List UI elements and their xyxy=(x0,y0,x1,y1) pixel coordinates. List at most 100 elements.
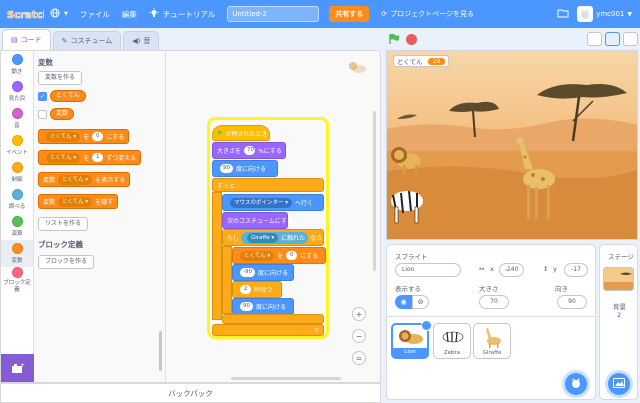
tab-costumes[interactable]: ✎ コスチューム xyxy=(52,31,122,50)
make-block-button[interactable]: ブロックを作る xyxy=(38,255,95,269)
if-then-block[interactable]: もし Giraffe ▾ に触れた なら xyxy=(222,229,324,246)
folder-icon[interactable] xyxy=(557,8,569,20)
script-vertical-scrollbar[interactable] xyxy=(373,111,376,271)
point-in-direction-block[interactable]: -90 度に向ける xyxy=(232,264,294,281)
set-variable-block[interactable]: とくてん ▾ を 0 にする xyxy=(38,129,130,144)
value-input[interactable]: 2 xyxy=(240,285,251,294)
stage-selector[interactable]: ステージ 背景 2 xyxy=(599,244,638,400)
point-in-direction-block[interactable]: 90 度に向ける xyxy=(212,160,278,177)
add-extension-button[interactable]: + xyxy=(1,354,34,382)
value-input[interactable]: 0 xyxy=(286,251,298,260)
username[interactable]: ymc001 xyxy=(596,10,624,18)
set-size-block[interactable]: 大きさを 70 %にする xyxy=(212,142,286,159)
make-variable-button[interactable]: 変数を作る xyxy=(38,71,83,85)
language-menu[interactable]: ▼ xyxy=(44,0,74,28)
category-sound[interactable]: 音 xyxy=(1,105,33,132)
value-input[interactable]: 90 xyxy=(240,302,253,311)
next-costume-block[interactable]: 次のコスチュームにする xyxy=(222,212,293,229)
backpack-bar[interactable]: バックパック xyxy=(0,383,381,403)
variable-dropdown[interactable]: とくてん ▾ xyxy=(58,196,93,207)
sprite-name: Giraffe xyxy=(482,350,502,356)
block-text: ずっと xyxy=(217,182,236,190)
show-sprite-button[interactable]: ◉ xyxy=(395,295,412,309)
stage[interactable]: とくてん 29 xyxy=(386,50,638,240)
go-to-block[interactable]: マウスのポインター ▾ へ行く xyxy=(222,194,324,211)
set-variable-block[interactable]: とくてん ▾ を 0 にする xyxy=(232,247,326,264)
menu-bar: Scratch ▼ ファイル 編集 チュートリアル Untitled-2 共有す… xyxy=(0,0,640,28)
category-sensing[interactable]: 調べる xyxy=(1,186,33,213)
zoom-reset-button[interactable]: = xyxy=(352,351,366,365)
category-variables[interactable]: 変数 xyxy=(1,240,33,267)
sprite-thumb-giraffe[interactable]: Giraffe xyxy=(473,323,511,359)
variable-dropdown[interactable]: とくてん ▾ xyxy=(46,131,81,142)
add-backdrop-button[interactable] xyxy=(608,373,630,395)
tab-code[interactable]: ▤ コード xyxy=(2,29,51,50)
variable-dropdown[interactable]: とくてん ▾ xyxy=(240,250,275,261)
see-project-page-button[interactable]: ⟳ プロジェクトページを見る xyxy=(375,6,480,22)
value-input[interactable]: 0 xyxy=(92,132,104,141)
show-variable-block[interactable]: 変数 とくてん ▾ を表示する xyxy=(38,172,131,187)
small-stage-icon[interactable] xyxy=(587,32,602,46)
sprite-name-input[interactable]: Lion xyxy=(395,263,461,277)
when-flag-clicked-block[interactable]: ⚑ が押されたとき xyxy=(212,125,270,141)
file-menu[interactable]: ファイル xyxy=(74,0,116,28)
share-button[interactable]: 共有する xyxy=(329,6,370,22)
y-position-input[interactable]: -17 xyxy=(564,263,588,277)
large-stage-icon[interactable] xyxy=(605,32,620,46)
variable-reporter[interactable]: とくてん xyxy=(50,90,86,102)
category-label: 音 xyxy=(14,123,20,129)
trash-icon[interactable] xyxy=(421,320,432,331)
touching-block[interactable]: Giraffe ▾ に触れた xyxy=(241,231,309,244)
tab-sounds[interactable]: ◀) 音 xyxy=(123,31,160,50)
avatar[interactable] xyxy=(577,6,594,22)
project-title-input[interactable]: Untitled-2 xyxy=(227,6,320,22)
category-control[interactable]: 制御 xyxy=(1,159,33,186)
variable-checkbox[interactable] xyxy=(38,110,47,119)
stop-icon[interactable] xyxy=(406,33,417,45)
size-input[interactable]: 70 xyxy=(479,295,509,309)
variable-monitor[interactable]: とくてん 29 xyxy=(393,55,450,67)
sprite-thumb-lion[interactable]: Lion xyxy=(391,320,432,359)
x-position-input[interactable]: -240 xyxy=(499,263,524,277)
target-dropdown[interactable]: マウスのポインター ▾ xyxy=(230,197,293,208)
value-input[interactable]: 70 xyxy=(244,146,256,155)
variable-dropdown[interactable]: とくてん ▾ xyxy=(46,152,81,163)
scratch-logo[interactable]: Scratch xyxy=(6,5,44,23)
category-events[interactable]: イベント xyxy=(1,132,33,159)
value-input[interactable]: 90 xyxy=(220,164,233,173)
category-looks[interactable]: 見た目 xyxy=(1,78,33,105)
sprite-pane: スプライト Lion ↔ x -240 ↕ y -17 表示する ◉ ⊘ 大きさ… xyxy=(386,244,597,400)
chevron-down-icon[interactable]: ▼ xyxy=(627,11,632,18)
category-motion[interactable]: 動き xyxy=(1,51,33,78)
script-horizontal-scrollbar[interactable] xyxy=(231,377,341,380)
category-operators[interactable]: 演算 xyxy=(1,213,33,240)
tutorials-menu[interactable]: チュートリアル xyxy=(143,0,221,28)
make-list-button[interactable]: リストを作る xyxy=(38,217,89,231)
tab-code-label: コード xyxy=(20,36,42,44)
variable-checkbox[interactable]: ✓ xyxy=(38,92,47,101)
variable-reporter[interactable]: 変数 xyxy=(50,108,75,120)
wait-block[interactable]: 2 秒待つ xyxy=(232,281,282,298)
category-my-blocks[interactable]: ブロック定義 xyxy=(1,267,33,294)
forever-block[interactable]: ずっと xyxy=(212,178,324,192)
hide-variable-block[interactable]: 変数 とくてん ▾ を隠す xyxy=(38,194,119,209)
direction-label: 向き xyxy=(555,285,568,293)
zoom-out-button[interactable]: − xyxy=(352,329,366,343)
change-variable-block[interactable]: とくてん ▾ を 1 ずつ変える xyxy=(38,150,142,165)
direction-input[interactable]: 90 xyxy=(557,295,587,309)
fullscreen-icon[interactable] xyxy=(623,32,638,46)
operators-dot-icon xyxy=(11,216,23,227)
target-dropdown[interactable]: Giraffe ▾ xyxy=(247,232,279,243)
point-in-direction-block[interactable]: 90 度に向ける xyxy=(232,298,294,315)
hide-sprite-button[interactable]: ⊘ xyxy=(412,295,429,309)
sprite-thumb-zebra[interactable]: Zebra xyxy=(433,323,471,359)
forever-block-end: ↻ xyxy=(212,324,324,336)
edit-menu[interactable]: 編集 xyxy=(116,0,143,28)
palette-scrollbar[interactable] xyxy=(159,331,162,371)
value-input[interactable]: 1 xyxy=(92,153,104,162)
value-input[interactable]: -90 xyxy=(240,268,255,277)
green-flag-icon[interactable] xyxy=(388,33,400,45)
variable-dropdown[interactable]: とくてん ▾ xyxy=(58,174,93,185)
add-sprite-button[interactable] xyxy=(565,373,587,395)
zoom-in-button[interactable]: + xyxy=(352,307,366,321)
